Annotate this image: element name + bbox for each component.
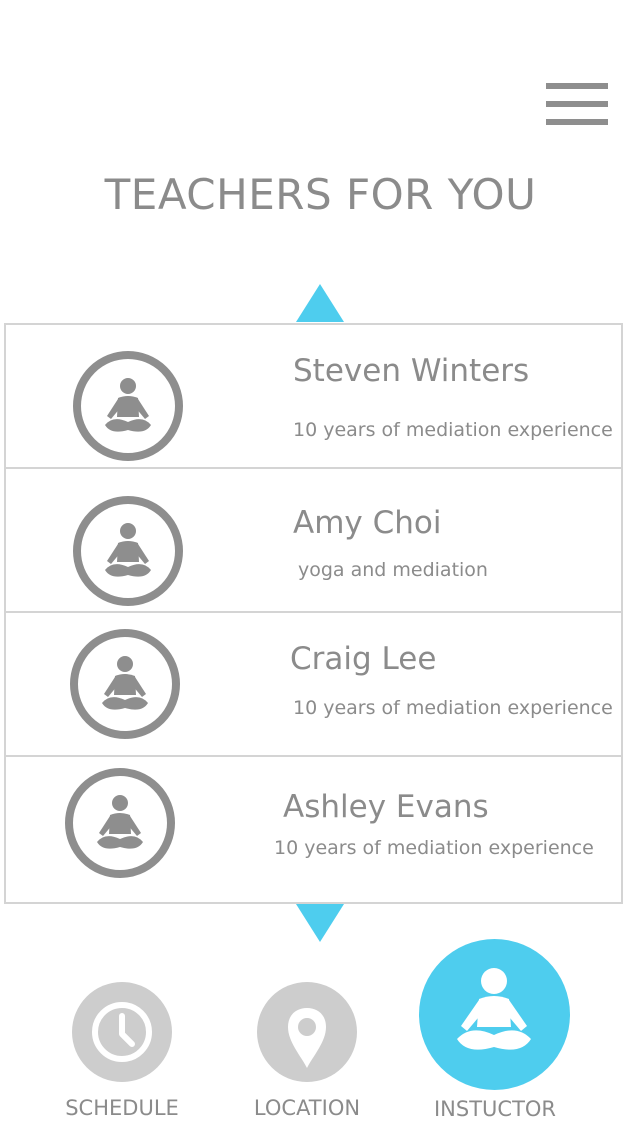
instructor-button-circle[interactable]: [419, 939, 570, 1090]
clock-icon: [92, 1002, 152, 1062]
location-button-circle[interactable]: [257, 982, 357, 1082]
teacher-name: Craig Lee: [290, 641, 437, 677]
meditation-person-icon: [457, 968, 531, 1050]
teacher-row-craig-lee[interactable]: Craig Lee 10 years of mediation experien…: [6, 613, 621, 757]
teacher-description: yoga and mediation: [298, 559, 488, 581]
meditation-person-icon: [73, 496, 183, 606]
teacher-row-steven-winters[interactable]: Steven Winters 10 years of mediation exp…: [6, 325, 621, 469]
meditation-person-icon: [73, 351, 183, 461]
triangle-up-icon[interactable]: [296, 284, 344, 322]
meditation-person-icon: [70, 629, 180, 739]
teacher-list: Steven Winters 10 years of mediation exp…: [4, 323, 623, 904]
teacher-name: Ashley Evans: [283, 789, 489, 825]
nav-label-location: LOCATION: [253, 1096, 361, 1120]
teacher-description: 10 years of mediation experience: [293, 419, 613, 441]
page-title: TEACHERS FOR YOU: [104, 170, 537, 219]
nav-label-instructor: INSTUCTOR: [433, 1097, 557, 1121]
hamburger-menu-icon[interactable]: [546, 83, 608, 125]
nav-label-schedule: SCHEDULE: [65, 1096, 179, 1120]
teacher-name: Amy Choi: [293, 505, 442, 541]
teacher-name: Steven Winters: [293, 353, 530, 389]
teacher-description: 10 years of mediation experience: [274, 837, 594, 859]
schedule-button-circle[interactable]: [72, 982, 172, 1082]
triangle-down-icon[interactable]: [296, 904, 344, 942]
meditation-person-icon: [65, 768, 175, 878]
teacher-row-amy-choi[interactable]: Amy Choi yoga and mediation: [6, 469, 621, 613]
map-pin-icon: [288, 1008, 326, 1068]
teacher-row-ashley-evans[interactable]: Ashley Evans 10 years of mediation exper…: [6, 757, 621, 901]
teacher-description: 10 years of mediation experience: [293, 697, 613, 719]
